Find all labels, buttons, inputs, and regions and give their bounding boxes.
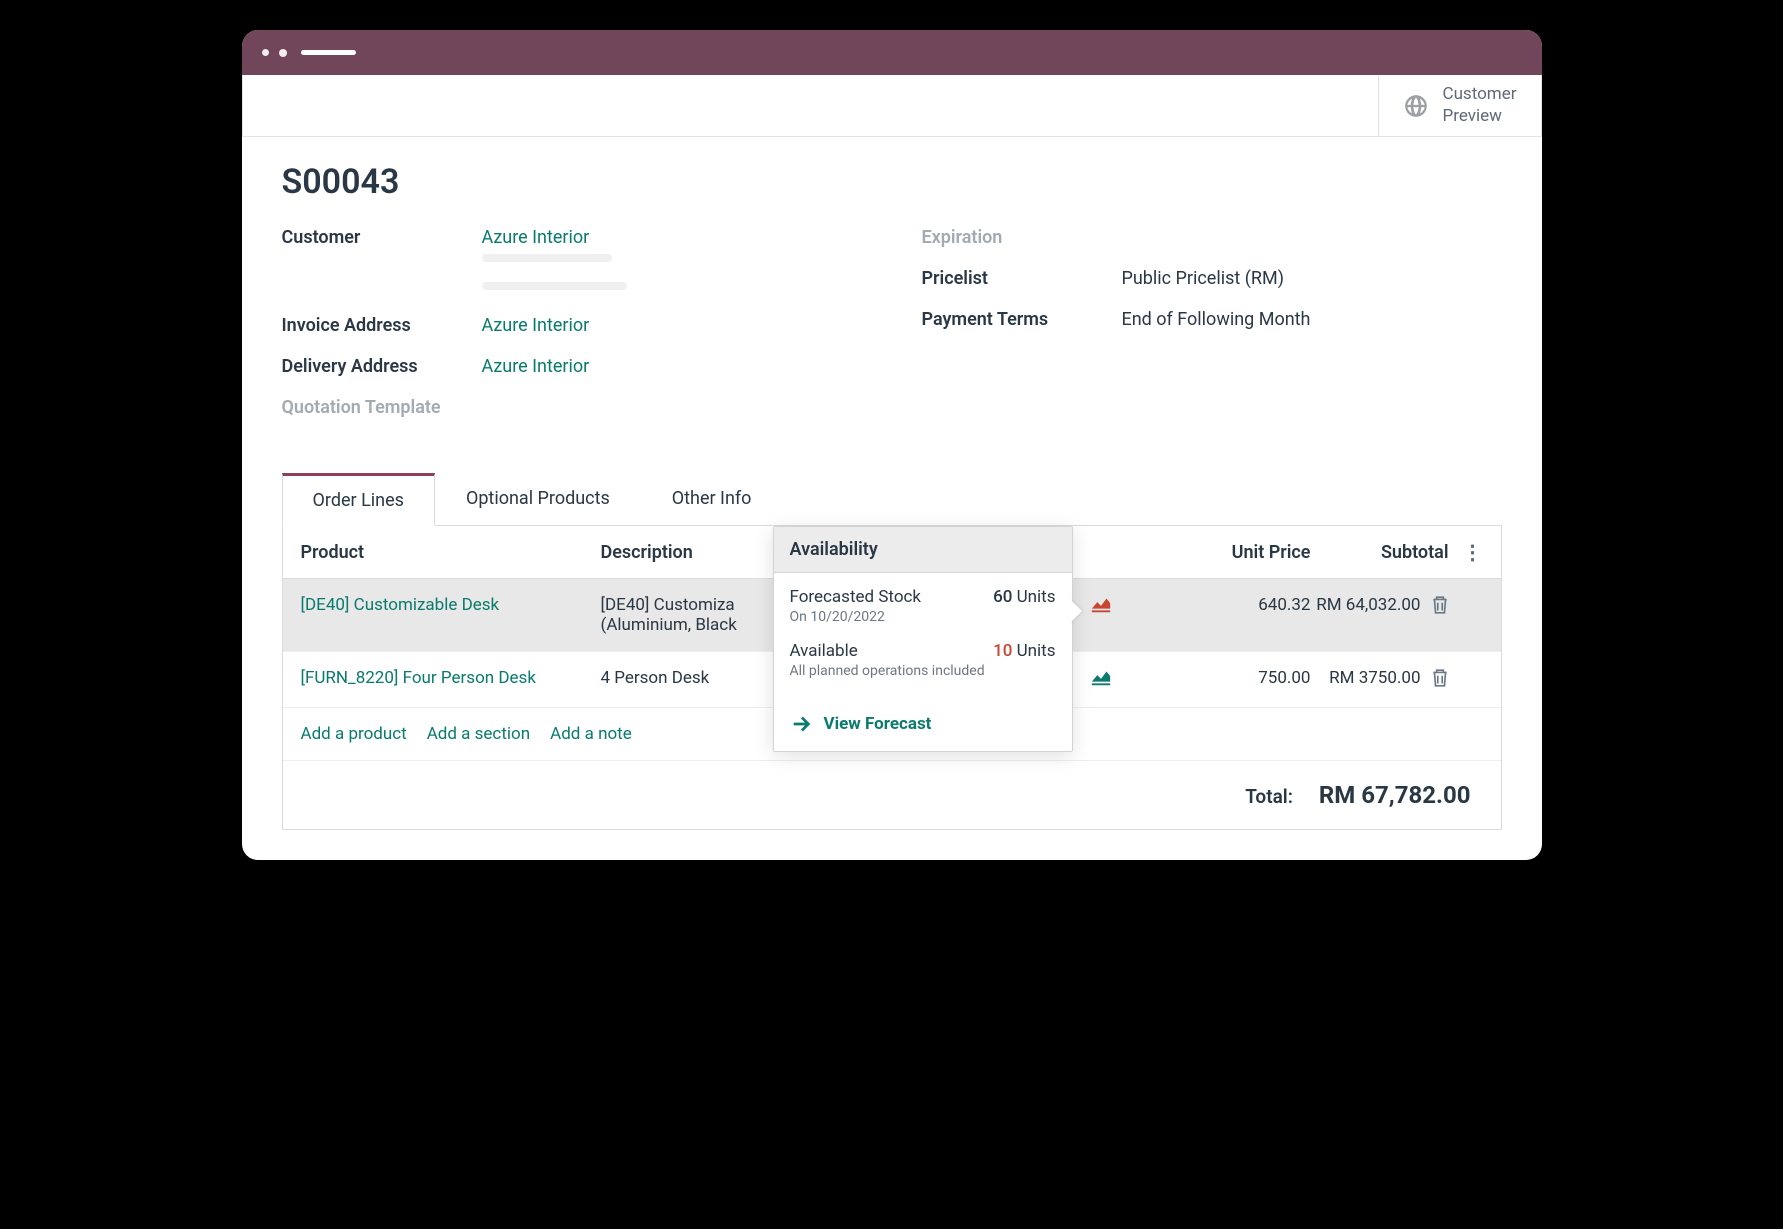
th-unit-price: Unit Price [1131, 542, 1311, 563]
view-forecast-button[interactable]: View Forecast [774, 709, 1072, 751]
trash-icon[interactable] [1431, 668, 1449, 688]
add-section-link[interactable]: Add a section [427, 724, 530, 744]
line-subtotal: RM 64,032.00 [1311, 595, 1459, 615]
field-label: Invoice Address [282, 315, 482, 336]
window-titlebar [242, 30, 1542, 75]
tab-optional-products[interactable]: Optional Products [435, 473, 641, 525]
field-label: Expiration [922, 227, 1122, 248]
subtotal-value: RM 3750.00 [1329, 668, 1420, 688]
line-product-link[interactable]: [FURN_8220] Four Person Desk [301, 668, 601, 688]
total-label: Total: [1245, 785, 1293, 808]
fields-left: Customer Azure Interior Invoice Address … [282, 227, 862, 438]
field-delivery-address: Delivery Address Azure Interior [282, 356, 862, 382]
field-label: Payment Terms [922, 309, 1122, 330]
invoice-address-link[interactable]: Azure Interior [482, 315, 590, 336]
add-note-link[interactable]: Add a note [550, 724, 632, 744]
placeholder-line [482, 282, 627, 290]
order-lines-table: Product Description y Unit Price Subtota… [282, 525, 1502, 830]
payment-terms-value[interactable]: End of Following Month [1122, 309, 1311, 330]
window-control-dot[interactable] [262, 49, 269, 56]
view-forecast-label: View Forecast [824, 714, 932, 734]
available-line: Available 10 Units [790, 641, 1056, 661]
field-quotation-template: Quotation Template [282, 397, 862, 423]
placeholder-line [482, 254, 612, 262]
field-label: Quotation Template [282, 397, 482, 418]
popover-body: Forecasted Stock 60 Units On 10/20/2022 … [774, 573, 1072, 709]
add-product-link[interactable]: Add a product [301, 724, 407, 744]
total-row: Total: RM 67,782.00 [283, 760, 1501, 829]
field-label: Pricelist [922, 268, 1122, 289]
popover-arrow-icon [1070, 599, 1082, 623]
arrow-right-icon [790, 713, 812, 735]
fields-right: Expiration Pricelist Public Pricelist (R… [922, 227, 1502, 438]
tabs: Order Lines Optional Products Other Info [282, 473, 1502, 525]
tab-order-lines[interactable]: Order Lines [282, 473, 435, 526]
trash-icon[interactable] [1431, 595, 1449, 615]
tab-other-info[interactable]: Other Info [641, 473, 783, 525]
forecasted-date: On 10/20/2022 [790, 609, 1056, 625]
line-unit-price[interactable]: 640.32 [1131, 595, 1311, 615]
globe-icon [1403, 93, 1429, 119]
field-payment-terms: Payment Terms End of Following Month [922, 309, 1502, 335]
th-subtotal: Subtotal [1311, 542, 1459, 563]
columns-menu-button[interactable]: ⋮ [1459, 540, 1483, 564]
forecasted-value: 60 Units [993, 587, 1055, 607]
top-action-bar: Customer Preview [242, 75, 1542, 137]
field-label: Customer [282, 227, 482, 248]
available-note: All planned operations included [790, 663, 1056, 679]
pricelist-value[interactable]: Public Pricelist (RM) [1122, 268, 1284, 289]
window-title-placeholder [301, 50, 356, 55]
th-product: Product [301, 542, 601, 563]
field-expiration: Expiration [922, 227, 1502, 253]
available-value: 10 Units [993, 641, 1055, 661]
app-window: Customer Preview S00043 Customer Azure I… [242, 30, 1542, 860]
customer-link[interactable]: Azure Interior [482, 227, 627, 248]
delivery-address-link[interactable]: Azure Interior [482, 356, 590, 377]
forecasted-stock-line: Forecasted Stock 60 Units [790, 587, 1056, 607]
availability-popover: Availability Forecasted Stock 60 Units O… [773, 526, 1073, 752]
field-label: Delivery Address [282, 356, 482, 377]
field-invoice-address: Invoice Address Azure Interior [282, 315, 862, 341]
field-pricelist: Pricelist Public Pricelist (RM) [922, 268, 1502, 294]
area-chart-icon [1090, 668, 1112, 686]
total-value: RM 67,782.00 [1319, 781, 1471, 809]
field-customer: Customer Azure Interior [282, 227, 862, 300]
line-unit-price[interactable]: 750.00 [1131, 668, 1311, 688]
window-control-dot[interactable] [279, 49, 287, 57]
available-label: Available [790, 641, 858, 661]
subtotal-value: RM 64,032.00 [1316, 595, 1420, 615]
field-grid: Customer Azure Interior Invoice Address … [282, 227, 1502, 438]
customer-preview-button[interactable]: Customer Preview [1378, 75, 1541, 136]
line-forecast-button[interactable] [1071, 668, 1131, 691]
form-content: S00043 Customer Azure Interior Invoice A… [242, 137, 1542, 860]
order-name: S00043 [282, 162, 1502, 202]
customer-preview-label: Customer Preview [1443, 84, 1517, 127]
area-chart-icon [1090, 595, 1112, 613]
line-product-link[interactable]: [DE40] Customizable Desk [301, 595, 601, 615]
popover-title: Availability [774, 527, 1072, 573]
line-subtotal: RM 3750.00 [1311, 668, 1459, 688]
forecasted-label: Forecasted Stock [790, 587, 922, 607]
